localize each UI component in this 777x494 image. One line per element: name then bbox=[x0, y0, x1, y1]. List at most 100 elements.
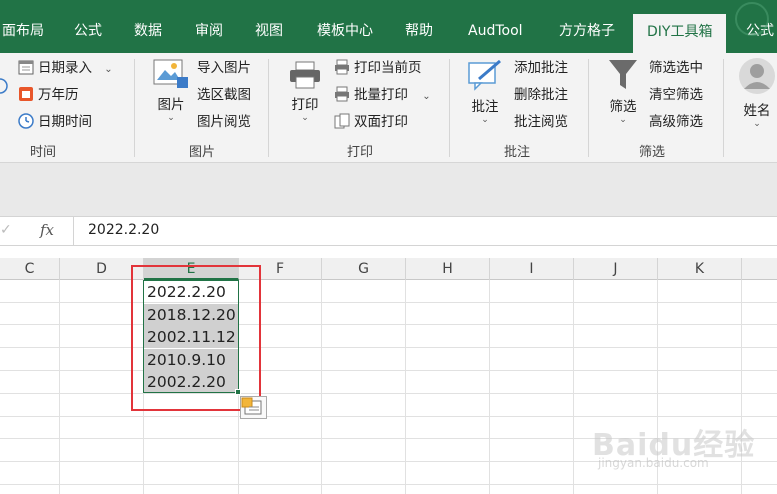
delete-comment-label: 删除批注 bbox=[514, 87, 568, 103]
column-header-c[interactable]: C bbox=[0, 258, 60, 280]
perpetual-calendar-icon bbox=[19, 87, 33, 101]
tab-formulas[interactable]: 公式 bbox=[72, 0, 104, 53]
batch-print-button[interactable]: 批量打印 ⌄ bbox=[334, 84, 431, 106]
partial-clock-icon bbox=[0, 78, 8, 94]
date-entry-button[interactable]: 日期录入 ⌄ bbox=[18, 57, 113, 79]
tab-view[interactable]: 视图 bbox=[253, 0, 285, 53]
person-avatar-icon bbox=[739, 58, 775, 94]
filter-selected-button[interactable]: 筛选选中 bbox=[649, 57, 703, 79]
group-divider bbox=[134, 59, 135, 157]
date-entry-label: 日期录入 bbox=[38, 60, 92, 76]
filter-selected-label: 筛选选中 bbox=[649, 60, 703, 76]
batch-print-icon bbox=[335, 86, 349, 102]
range-screenshot-label: 选区截图 bbox=[197, 87, 251, 103]
add-comment-label: 添加批注 bbox=[514, 60, 568, 76]
clock-icon bbox=[18, 113, 34, 129]
duplex-print-label: 双面打印 bbox=[354, 114, 408, 130]
watermark-url: jingyan.baidu.com bbox=[598, 456, 709, 470]
annotation-highlight-box bbox=[131, 265, 261, 411]
tab-diy-toolbox[interactable]: DIY工具箱 bbox=[633, 14, 727, 53]
group-divider bbox=[723, 59, 724, 157]
grid-line bbox=[0, 370, 777, 371]
tab-template-center[interactable]: 模板中心 bbox=[315, 0, 375, 53]
ribbon-collapsed-strip bbox=[0, 163, 777, 216]
import-picture-label: 导入图片 bbox=[197, 60, 251, 76]
group-divider bbox=[268, 59, 269, 157]
formula-bar-divider bbox=[73, 217, 74, 245]
group-title-print: 打印 bbox=[346, 145, 373, 160]
duplex-print-icon bbox=[334, 113, 350, 129]
chevron-down-icon: ⌄ bbox=[753, 119, 761, 129]
range-screenshot-button[interactable]: 选区截图 bbox=[197, 84, 251, 106]
column-header-k[interactable]: K bbox=[658, 258, 742, 280]
column-header-j[interactable]: J bbox=[574, 258, 658, 280]
column-header-g[interactable]: G bbox=[322, 258, 406, 280]
advanced-filter-label: 高级筛选 bbox=[649, 114, 703, 130]
group-divider bbox=[449, 59, 450, 157]
column-header-i[interactable]: I bbox=[490, 258, 574, 280]
tab-page-layout[interactable]: 面布局 bbox=[0, 0, 46, 53]
print-current-page-button[interactable]: 打印当前页 bbox=[334, 57, 422, 79]
tab-fangfang-grid[interactable]: 方方格子 bbox=[557, 0, 617, 53]
perpetual-calendar-label: 万年历 bbox=[38, 87, 79, 103]
picture-browse-button[interactable]: 图片阅览 bbox=[197, 111, 251, 133]
paste-options-button[interactable] bbox=[240, 396, 267, 419]
grid-line bbox=[0, 484, 777, 485]
filter-button[interactable]: 筛选 ⌄ bbox=[602, 59, 644, 125]
checkmark-icon[interactable]: ✓ bbox=[0, 222, 12, 238]
delete-comment-button[interactable]: 删除批注 bbox=[514, 84, 568, 106]
printer-icon bbox=[290, 61, 320, 89]
group-title-filter: 筛选 bbox=[638, 145, 665, 160]
date-time-button[interactable]: 日期时间 bbox=[18, 111, 92, 133]
chevron-down-icon: ⌄ bbox=[481, 115, 489, 125]
print-label: 打印 bbox=[291, 97, 319, 113]
clear-filter-button[interactable]: 清空筛选 bbox=[649, 84, 703, 106]
column-header-h[interactable]: H bbox=[406, 258, 490, 280]
group-title-comment: 批注 bbox=[503, 145, 530, 160]
picture-label: 图片 bbox=[157, 97, 185, 113]
advanced-filter-button[interactable]: 高级筛选 bbox=[649, 111, 703, 133]
account-circle-icon bbox=[735, 2, 769, 36]
ribbon-panel: 日期录入 ⌄ 万年历 日期时间 时间 图片 ⌄ 导入图片 选区截图 图片阅览 图… bbox=[0, 53, 777, 163]
chevron-down-icon: ⌄ bbox=[619, 115, 627, 125]
perpetual-calendar-button[interactable]: 万年历 bbox=[18, 84, 79, 106]
browse-comment-button[interactable]: 批注阅览 bbox=[514, 111, 568, 133]
filter-label: 筛选 bbox=[609, 99, 637, 115]
print-page-icon bbox=[335, 59, 349, 75]
comment-button[interactable]: 批注 ⌄ bbox=[464, 59, 506, 125]
clear-filter-label: 清空筛选 bbox=[649, 87, 703, 103]
print-button[interactable]: 打印 ⌄ bbox=[284, 61, 326, 123]
formula-input[interactable]: 2022.2.20 bbox=[88, 222, 159, 238]
tab-review[interactable]: 审阅 bbox=[193, 0, 225, 53]
tab-help[interactable]: 帮助 bbox=[403, 0, 435, 53]
add-comment-button[interactable]: 添加批注 bbox=[514, 57, 568, 79]
column-header-row: C D E F G H I J K bbox=[0, 258, 777, 280]
tab-data[interactable]: 数据 bbox=[132, 0, 164, 53]
paste-options-icon bbox=[241, 397, 262, 415]
grid-line bbox=[0, 347, 777, 348]
date-time-label: 日期时间 bbox=[38, 114, 92, 130]
picture-browse-label: 图片阅览 bbox=[197, 114, 251, 130]
picture-icon bbox=[153, 59, 188, 88]
grid-line bbox=[0, 302, 777, 303]
tab-audtool[interactable]: AudTool bbox=[466, 0, 525, 53]
comment-pencil-icon bbox=[468, 59, 501, 91]
name-label: 姓名 bbox=[743, 103, 771, 119]
group-title-time: 时间 bbox=[29, 145, 56, 160]
print-current-page-label: 打印当前页 bbox=[354, 60, 422, 76]
import-picture-button[interactable]: 导入图片 bbox=[197, 57, 251, 79]
filter-funnel-icon bbox=[609, 60, 637, 89]
grid-line bbox=[0, 416, 777, 417]
name-button[interactable]: 姓名 ⌄ bbox=[734, 57, 777, 129]
function-fx-icon[interactable]: fx bbox=[40, 221, 54, 239]
duplex-print-button[interactable]: 双面打印 bbox=[334, 111, 408, 133]
chevron-down-icon: ⌄ bbox=[301, 113, 309, 123]
calendar-icon bbox=[18, 60, 34, 75]
formula-bar: ✓ fx 2022.2.20 bbox=[0, 216, 777, 246]
group-title-picture: 图片 bbox=[188, 145, 215, 160]
batch-print-label: 批量打印 bbox=[354, 87, 408, 103]
chevron-down-icon: ⌄ bbox=[422, 91, 431, 102]
grid-line bbox=[0, 393, 777, 394]
picture-button[interactable]: 图片 ⌄ bbox=[150, 59, 192, 123]
group-divider bbox=[588, 59, 589, 157]
